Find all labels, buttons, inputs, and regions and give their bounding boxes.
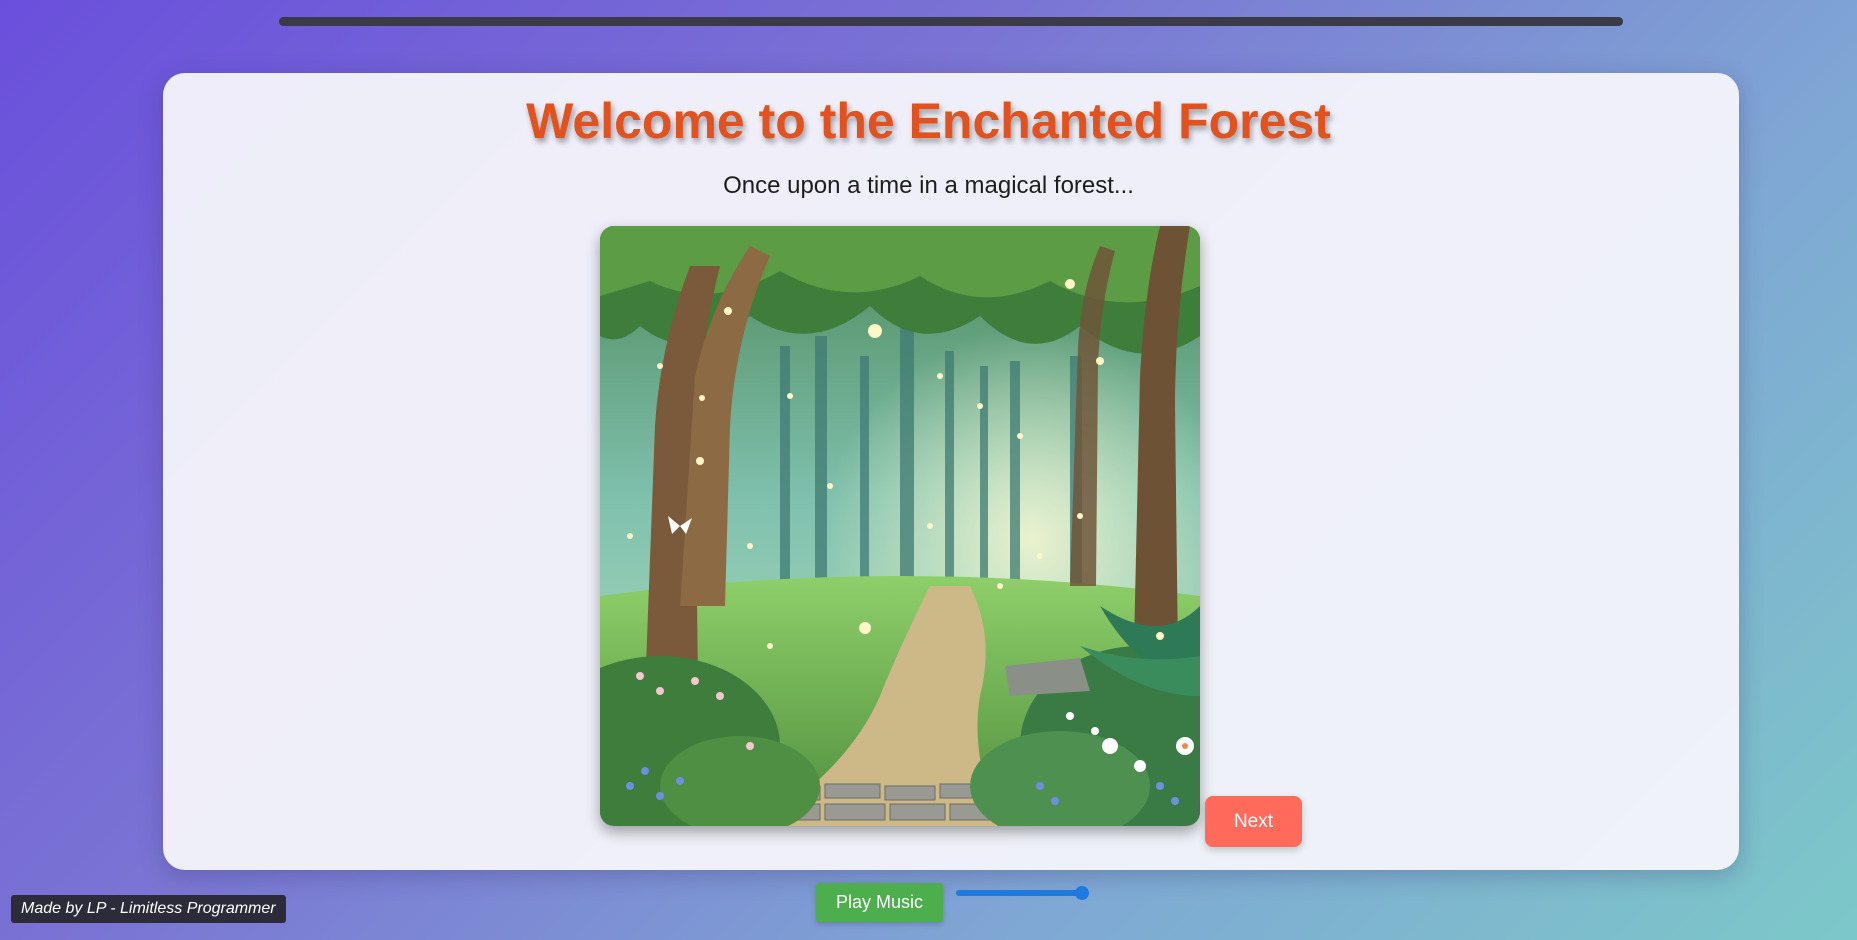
volume-slider-thumb[interactable] xyxy=(1075,886,1089,900)
next-button[interactable]: Next xyxy=(1205,796,1302,847)
credit-badge: Made by LP - Limitless Programmer xyxy=(11,895,286,923)
volume-slider-track xyxy=(956,890,1082,896)
forest-scene-image xyxy=(600,226,1200,826)
story-title: Welcome to the Enchanted Forest xyxy=(526,93,1331,149)
story-progress-fill xyxy=(279,17,1623,26)
volume-slider[interactable] xyxy=(956,886,1089,900)
story-text: Once upon a time in a magical forest... xyxy=(723,172,1134,199)
play-music-button[interactable]: Play Music xyxy=(816,883,943,922)
story-progress-bar xyxy=(279,17,1623,26)
